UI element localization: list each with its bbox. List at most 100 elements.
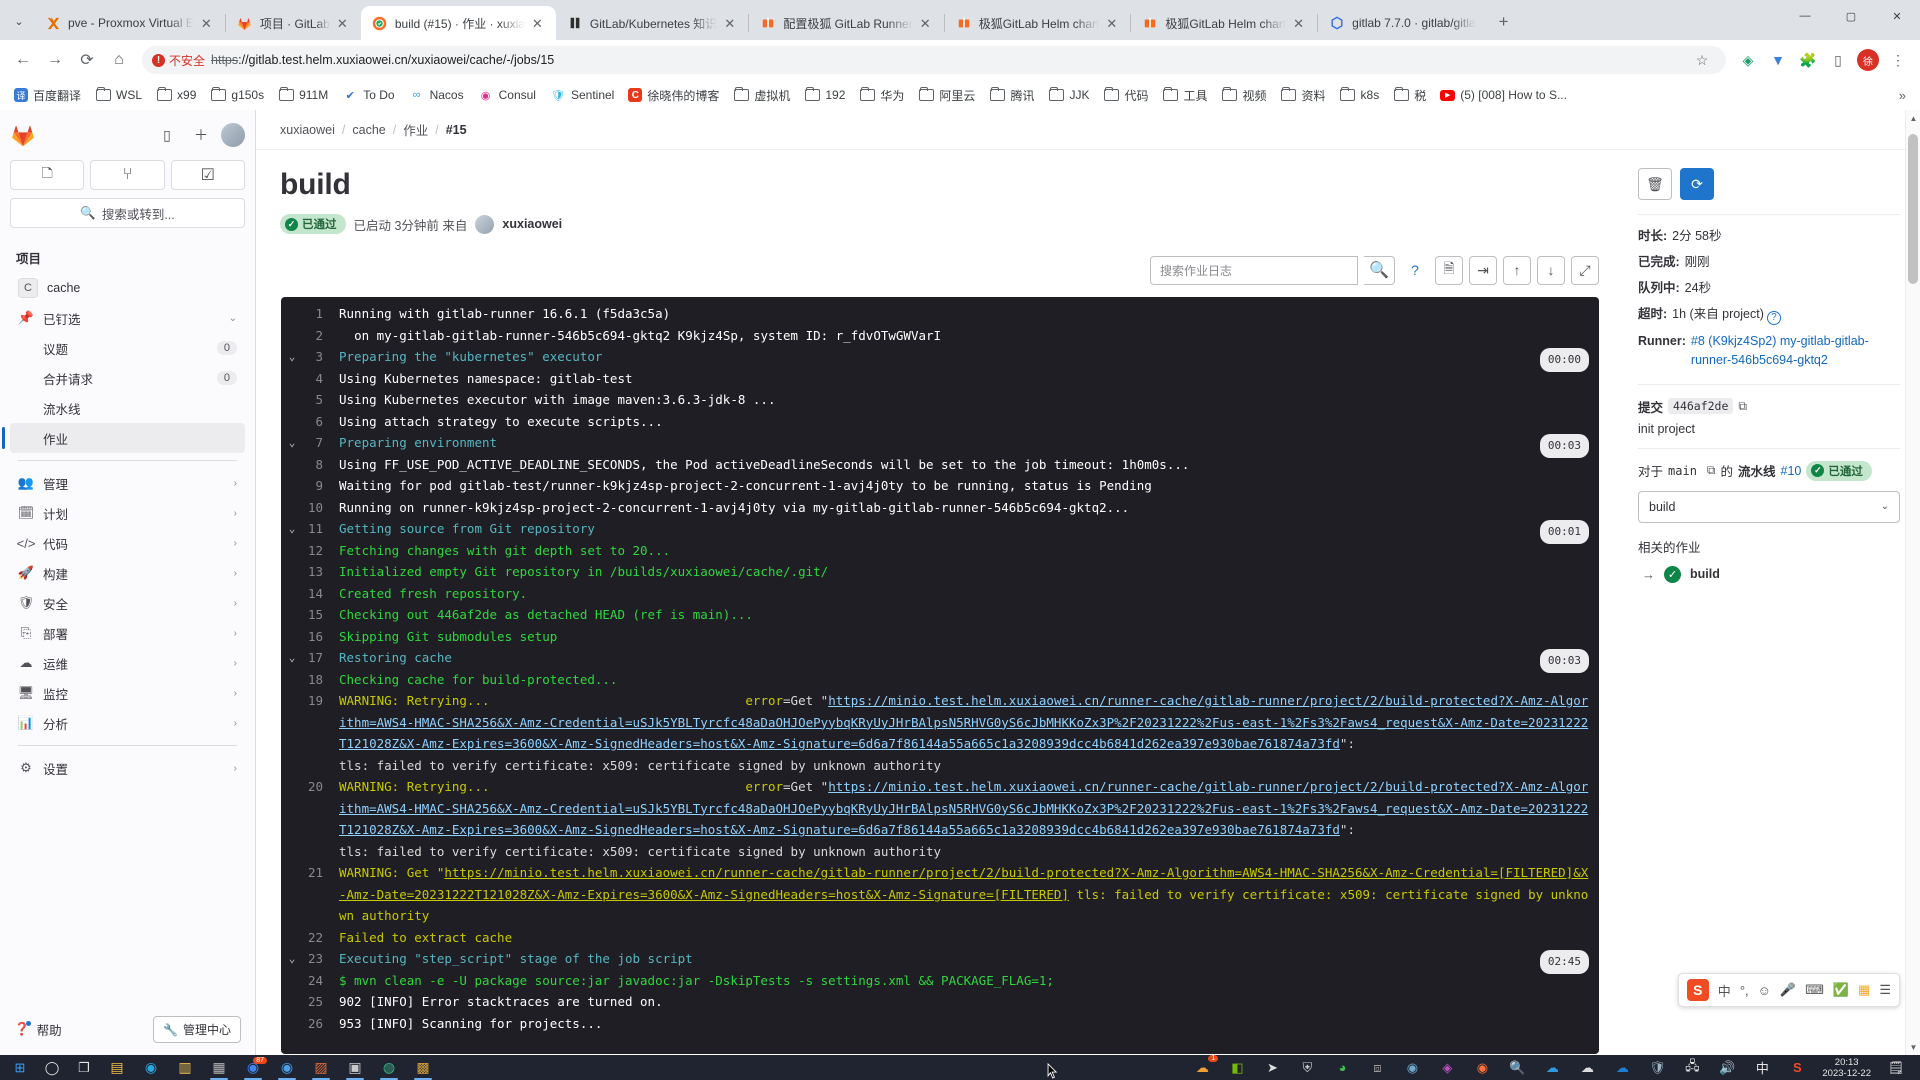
browser-tab[interactable]: 配置极狐 GitLab Runner ✕	[749, 6, 943, 40]
home-icon[interactable]: ⌂	[104, 45, 134, 75]
wechat-icon[interactable]: ◕	[1326, 1055, 1358, 1080]
sidebar-item-project[interactable]: C cache	[10, 273, 245, 303]
ime-menu-icon[interactable]: ☰	[1879, 982, 1891, 998]
extensions-icon[interactable]: 🧩	[1794, 46, 1822, 74]
admin-area-button[interactable]: 🔧 管理中心	[153, 1016, 241, 1043]
bookmark-item[interactable]: C徐晓伟的博客	[622, 84, 725, 107]
file-explorer-app[interactable]: ▤	[100, 1055, 134, 1080]
bookmark-item[interactable]: 911M	[272, 84, 334, 106]
maximize-button[interactable]: ▢	[1828, 0, 1874, 32]
job-log-console[interactable]: 1Running with gitlab-runner 16.6.1 (f5da…	[281, 297, 1599, 1054]
pdf-app[interactable]: ▦	[202, 1055, 236, 1080]
sidebar-item-code[interactable]: </>代码›	[10, 528, 245, 558]
close-icon[interactable]: ✕	[201, 17, 217, 30]
browser2-app[interactable]: ◉	[270, 1055, 304, 1080]
nvidia-icon[interactable]: ◧	[1221, 1055, 1253, 1080]
chrome-menu-icon[interactable]: ⋮	[1884, 46, 1912, 74]
hardware-icon[interactable]: ⧈	[1361, 1055, 1393, 1080]
minimize-button[interactable]: —	[1782, 0, 1828, 32]
collapse-section-icon[interactable]: ⌄	[281, 948, 303, 970]
terminal-app[interactable]: ▣	[338, 1055, 372, 1080]
collapse-section-icon[interactable]: ⌄	[281, 647, 303, 669]
browser-tab[interactable]: 极狐GitLab Helm chart ✕	[945, 6, 1131, 40]
retry-job-button[interactable]: ⟳	[1680, 168, 1714, 200]
search-button[interactable]: ◯	[36, 1055, 68, 1080]
bookmark-item[interactable]: 视频	[1216, 84, 1273, 107]
notes-app[interactable]: ▩	[406, 1055, 440, 1080]
sidebar-item-deploy[interactable]: ⎘部署›	[10, 618, 245, 648]
commit-sha[interactable]: 446af2de	[1668, 398, 1733, 414]
bookmark-item[interactable]: 工具	[1156, 84, 1213, 107]
extension-v-icon[interactable]: ▼	[1764, 46, 1792, 74]
search-tray-icon[interactable]: 🔍	[1501, 1055, 1533, 1080]
scroll-down-icon[interactable]: ▼	[1906, 1039, 1920, 1055]
scroll-top-icon[interactable]: ↑	[1503, 256, 1531, 285]
telegram-icon[interactable]: ➤	[1256, 1055, 1288, 1080]
bookmark-item[interactable]: 阿里云	[912, 84, 981, 107]
bookmark-item[interactable]: 腾讯	[983, 84, 1040, 107]
close-icon[interactable]: ✕	[1106, 17, 1122, 30]
close-icon[interactable]: ✕	[724, 17, 740, 30]
sidepanel-icon[interactable]: ▯	[1824, 46, 1852, 74]
breadcrumb-project[interactable]: cache	[352, 123, 385, 137]
ime-check-icon[interactable]: ✅	[1833, 982, 1849, 998]
sidebar-item-security[interactable]: 🛡安全›	[10, 588, 245, 618]
page-scrollbar[interactable]: ▲ ▼	[1905, 110, 1920, 1055]
ime-toolbar[interactable]: S 中 °, ☺ 🎤 ⌨ ✅ ▦ ☰	[1678, 973, 1900, 1007]
defender-icon[interactable]: 🛡	[1641, 1055, 1673, 1080]
ime-lang-tray[interactable]: 中	[1746, 1055, 1778, 1080]
bookmark-item[interactable]: x99	[150, 84, 202, 106]
gitlab-logo-icon[interactable]	[10, 122, 36, 148]
close-icon[interactable]: ✕	[337, 17, 353, 30]
volume-icon[interactable]: 🔊	[1711, 1055, 1743, 1080]
notification-center-icon[interactable]: 🗒	[1880, 1055, 1912, 1080]
ime-keyboard-icon[interactable]: ⌨	[1805, 982, 1824, 998]
sidebar-item-manage[interactable]: 👥管理›	[10, 468, 245, 498]
bookmark-item[interactable]: 资料	[1275, 84, 1332, 107]
collapse-section-icon[interactable]: ⌄	[281, 346, 303, 368]
bookmark-item[interactable]: g150s	[204, 84, 270, 106]
steam-icon[interactable]: ◉	[1396, 1055, 1428, 1080]
app-icon[interactable]: ◈	[1431, 1055, 1463, 1080]
ime-smile-icon[interactable]: ☺	[1758, 983, 1771, 998]
bookmark-item[interactable]: 代码	[1097, 84, 1154, 107]
help-icon[interactable]: ?	[1767, 311, 1781, 325]
ime-punctuation-icon[interactable]: °,	[1740, 983, 1749, 998]
search-input[interactable]: 🔍 搜索或转到...	[10, 198, 245, 228]
copy-icon[interactable]: ⧉	[1738, 399, 1747, 414]
clock[interactable]: 20:13 2023-12-22	[1816, 1057, 1877, 1079]
related-job-item[interactable]: → ✓ build	[1638, 566, 1900, 583]
chrome-app[interactable]: ◉ 87	[236, 1055, 270, 1080]
todos-shortcut-icon[interactable]: ☑	[171, 160, 245, 190]
sidebar-item-plan[interactable]: 🗓计划›	[10, 498, 245, 528]
avatar[interactable]	[475, 215, 494, 234]
sidebar-item-merge-requests[interactable]: 合并请求 0	[10, 363, 245, 393]
log-search-input[interactable]: 搜索作业日志	[1150, 256, 1358, 285]
start-button[interactable]: ⊞	[4, 1055, 36, 1080]
create-new-icon[interactable]: ＋	[187, 121, 215, 149]
sidebar-item-monitor[interactable]: 🖥监控›	[10, 678, 245, 708]
reload-icon[interactable]: ⟳	[72, 45, 102, 75]
profile-avatar[interactable]: 徐	[1854, 46, 1882, 74]
runner-link[interactable]: #8 (K9kjz4Sp2) my-gitlab-gitlab-runner-5…	[1691, 332, 1900, 370]
bookmark-item[interactable]: ✔To Do	[336, 84, 400, 106]
breadcrumb-section[interactable]: 作业	[403, 120, 428, 139]
firefox-icon[interactable]: ◉	[1466, 1055, 1498, 1080]
scroll-icon[interactable]: ⇥	[1469, 256, 1497, 285]
task-view-button[interactable]: ❐	[68, 1055, 100, 1080]
extension-shield-icon[interactable]: ◈	[1734, 46, 1762, 74]
sidebar-item-issues[interactable]: 议题 0	[10, 333, 245, 363]
raw-icon[interactable]: 🗎	[1435, 256, 1463, 285]
sidebar-item-pinned[interactable]: 📌 已钉选 ⌄	[10, 303, 245, 333]
explorer-folder-app[interactable]: ▥	[168, 1055, 202, 1080]
merge-requests-shortcut-icon[interactable]: ⑂	[90, 160, 164, 190]
ime-box-icon[interactable]: ▦	[1858, 982, 1870, 998]
close-icon[interactable]: ✕	[920, 17, 936, 30]
close-window-button[interactable]: ✕	[1874, 0, 1920, 32]
erase-job-button[interactable]: 🗑	[1638, 168, 1672, 200]
scroll-up-icon[interactable]: ▲	[1906, 110, 1920, 126]
help-icon[interactable]: ?	[1401, 256, 1429, 285]
back-icon[interactable]: ←	[8, 45, 38, 75]
bookmark-item[interactable]: WSL	[89, 84, 148, 106]
collapse-section-icon[interactable]: ⌄	[281, 432, 303, 454]
